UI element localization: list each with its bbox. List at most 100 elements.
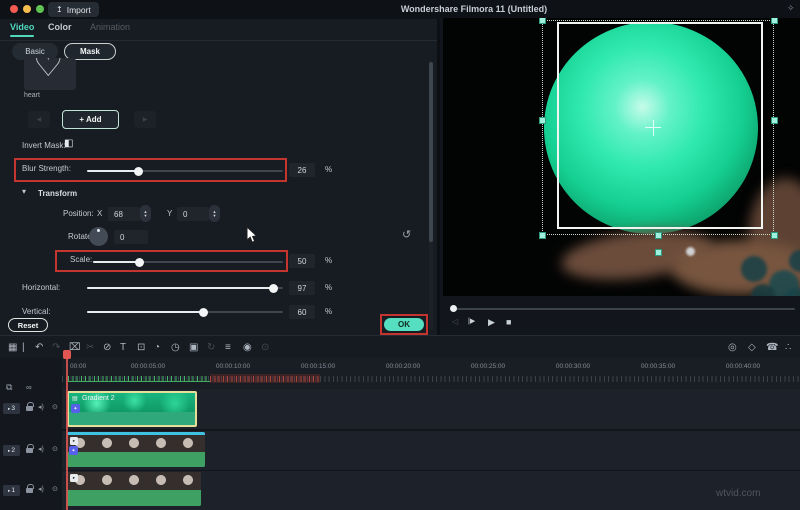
- tab-animation[interactable]: Animation: [90, 22, 130, 32]
- selection-handle[interactable]: [539, 18, 546, 24]
- ok-button[interactable]: OK: [384, 318, 424, 331]
- maximize-window-icon[interactable]: [36, 5, 44, 13]
- clip-gradient-2[interactable]: ▤ Gradient 2 ✦: [67, 391, 197, 427]
- track-number: 3: [11, 405, 15, 412]
- crop-icon[interactable]: ⊡: [137, 342, 145, 353]
- split-icon[interactable]: ✂: [86, 342, 94, 353]
- selection-handle[interactable]: [771, 232, 778, 239]
- ruler-unrendered-zone: [210, 374, 320, 383]
- position-x-stepper[interactable]: ▲ ▼: [140, 205, 151, 222]
- lock-track-icon[interactable]: [26, 444, 34, 453]
- clip-thumbnail: [67, 472, 201, 490]
- share-icon[interactable]: ∴: [785, 342, 791, 353]
- video-clip-track-2[interactable]: ▸ ✦: [67, 432, 205, 467]
- rotate-value[interactable]: 0: [114, 230, 148, 244]
- undo-icon[interactable]: ↶: [35, 342, 43, 353]
- speed-icon[interactable]: ◷: [171, 342, 180, 353]
- record-icon[interactable]: ◉: [243, 342, 252, 353]
- text-tool-icon[interactable]: T: [120, 342, 126, 353]
- rotate-dial[interactable]: [89, 227, 108, 246]
- render-preview-icon[interactable]: ◎: [728, 342, 737, 353]
- scale-slider[interactable]: [93, 257, 283, 267]
- tab-color[interactable]: Color: [48, 22, 72, 32]
- pan-zoom-icon[interactable]: ◔: [154, 342, 160, 353]
- track-2-type-badge[interactable]: ▸ 2: [3, 445, 20, 456]
- scale-label: Scale:: [70, 255, 93, 264]
- speaker-icon[interactable]: ◂): [38, 445, 44, 453]
- stepper-down-icon: ▼: [143, 212, 148, 218]
- eye-icon[interactable]: ⊙: [52, 485, 58, 493]
- track-1-type-badge[interactable]: ▸ 1: [3, 485, 20, 496]
- snap-icon[interactable]: ▦: [8, 342, 17, 353]
- track-number: 1: [11, 487, 15, 494]
- reset-transform-icon[interactable]: ↺: [402, 228, 411, 241]
- blur-strength-slider[interactable]: [87, 166, 283, 176]
- frame-step-icon[interactable]: |▶: [468, 317, 475, 325]
- selection-handle[interactable]: [539, 117, 546, 124]
- lock-track-icon[interactable]: [26, 484, 34, 493]
- preview-video-area[interactable]: [443, 18, 800, 296]
- scale-slider-handle[interactable]: [134, 257, 144, 267]
- selection-handle[interactable]: [771, 117, 778, 124]
- panel-scrollbar-thumb[interactable]: [429, 62, 433, 242]
- preview-seek-handle[interactable]: [450, 305, 457, 312]
- link-icon[interactable]: ∞: [26, 383, 32, 392]
- speaker-icon[interactable]: ◂): [38, 485, 44, 493]
- minimize-window-icon[interactable]: [23, 5, 31, 13]
- rotate-handle[interactable]: [655, 249, 662, 256]
- clip-thumbnail: [67, 435, 205, 452]
- horizontal-label: Horizontal:: [22, 283, 61, 292]
- redo-icon[interactable]: ↷: [52, 342, 60, 353]
- speaker-icon[interactable]: ◂): [38, 403, 44, 411]
- timeline-ruler[interactable]: 00:00 00:00:05:00 00:00:10:00 00:00:15:0…: [62, 358, 800, 389]
- bokeh-light: [741, 256, 767, 282]
- lightbulb-icon[interactable]: ✧: [787, 3, 795, 14]
- position-y-value[interactable]: 0: [177, 207, 209, 221]
- prev-keyframe-button[interactable]: ◀: [28, 111, 50, 128]
- mask-shape-heart-tile[interactable]: ♡: [24, 58, 76, 90]
- horizontal-value[interactable]: 97: [289, 281, 315, 295]
- duplicate-icon[interactable]: ⧉: [6, 382, 12, 393]
- reset-button[interactable]: Reset: [8, 318, 48, 332]
- phone-icon[interactable]: ☎: [766, 342, 778, 353]
- horizontal-slider-handle[interactable]: [269, 283, 279, 293]
- import-icon: ↥: [56, 5, 63, 14]
- shield-icon[interactable]: ◇: [748, 342, 756, 353]
- preview-seek-bar[interactable]: [451, 308, 795, 310]
- snapshot-icon[interactable]: ⊙: [261, 342, 269, 353]
- next-keyframe-button[interactable]: ▶: [134, 111, 156, 128]
- stop-icon[interactable]: ■: [506, 317, 511, 327]
- selection-handle[interactable]: [771, 18, 778, 24]
- track-3-type-badge[interactable]: ▸ 3: [3, 403, 20, 414]
- tab-video[interactable]: Video: [10, 22, 35, 37]
- scale-value[interactable]: 50: [289, 254, 315, 268]
- import-button[interactable]: ↥ Import: [48, 2, 99, 17]
- vertical-slider[interactable]: [87, 307, 283, 317]
- add-mask-keyframe-button[interactable]: + Add: [62, 110, 119, 129]
- horizontal-slider[interactable]: [87, 283, 283, 293]
- close-window-icon[interactable]: [10, 5, 18, 13]
- video-clip-track-1[interactable]: ▸: [67, 472, 201, 506]
- selection-handle[interactable]: [655, 232, 662, 239]
- ruler-label: 00:00:05:00: [130, 363, 166, 370]
- mixer-icon[interactable]: ≡: [225, 342, 231, 353]
- motion-tracking-icon[interactable]: ↻: [207, 342, 215, 353]
- selection-handle[interactable]: [539, 232, 546, 239]
- transform-collapse-icon[interactable]: ▾: [22, 187, 26, 196]
- eye-icon[interactable]: ⊙: [52, 445, 58, 453]
- play-icon[interactable]: ▶: [488, 317, 495, 328]
- vertical-value[interactable]: 60: [289, 305, 315, 319]
- vertical-slider-handle[interactable]: [198, 307, 208, 317]
- lock-track-icon[interactable]: [26, 402, 34, 411]
- invert-mask-toggle-icon[interactable]: ◧: [64, 138, 73, 149]
- mute-icon[interactable]: ◁: [452, 317, 458, 326]
- position-x-value[interactable]: 68: [108, 207, 140, 221]
- add-marker-icon[interactable]: |: [22, 342, 25, 353]
- attach-icon[interactable]: ⊘: [103, 342, 111, 353]
- eye-icon[interactable]: ⊙: [52, 403, 58, 411]
- green-screen-icon[interactable]: ▣: [189, 342, 198, 353]
- blur-slider-handle[interactable]: [133, 166, 143, 176]
- blur-strength-value[interactable]: 26: [289, 163, 315, 177]
- playhead-line[interactable]: [66, 358, 68, 510]
- position-y-stepper[interactable]: ▲ ▼: [209, 205, 220, 222]
